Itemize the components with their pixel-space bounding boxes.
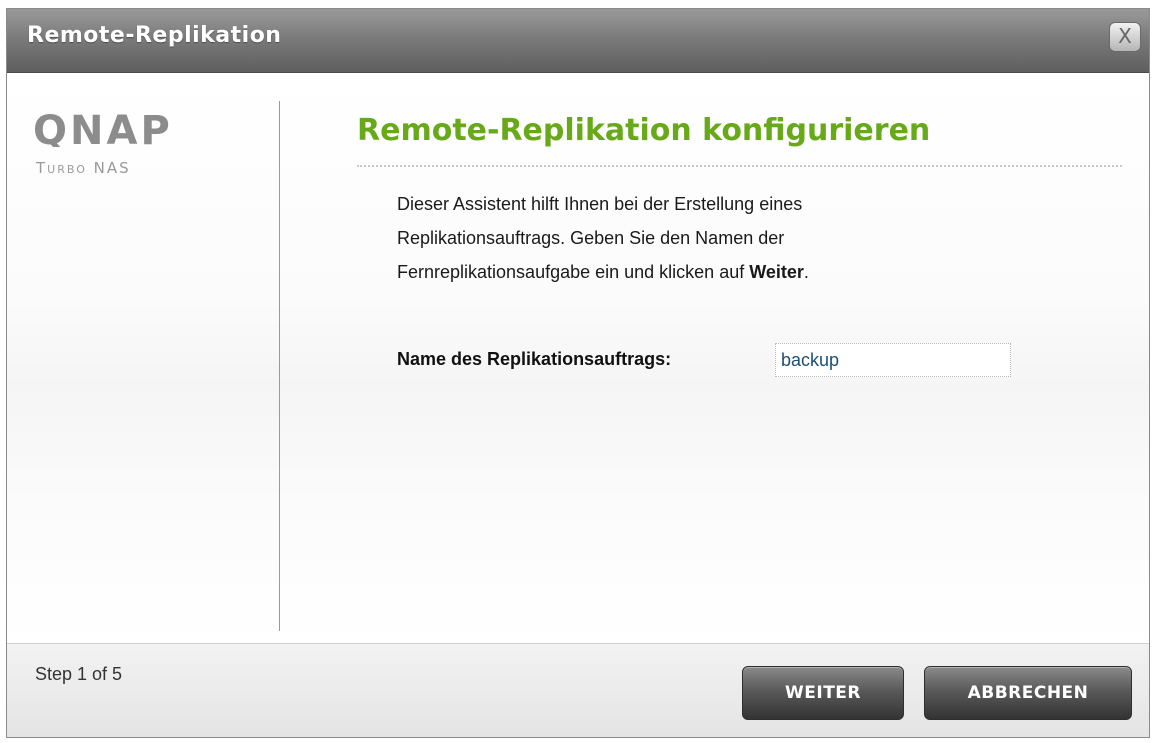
dialog-footer: Step 1 of 5 WEITER ABBRECHEN [7,643,1149,737]
description-line-1: Dieser Assistent hilft Ihnen bei der Ers… [397,194,803,214]
next-button[interactable]: WEITER [742,666,904,720]
wizard-description: Dieser Assistent hilft Ihnen bei der Ers… [397,187,1017,289]
dialog-titlebar[interactable]: Remote-Replikation X [7,9,1149,73]
description-line-3: Fernreplikationsaufgabe ein und klicken … [397,255,1017,289]
logo-subtitle: Turbo NAS [36,159,131,177]
close-icon: X [1118,24,1132,48]
vertical-divider [279,101,280,631]
description-line-3-end: . [803,262,809,282]
step-indicator: Step 1 of 5 [35,664,123,684]
heading-divider [357,165,1122,167]
dialog-body: QNAP Turbo NAS Remote-Replikation konfig… [7,73,1149,643]
description-line-2: Replikationsauftrags. Geben Sie den Name… [397,228,785,248]
description-line-3-text: Fernreplikationsaufgabe ein und klicken … [397,262,750,282]
dialog-title: Remote-Replikation [27,23,282,48]
job-name-input[interactable] [775,343,1011,377]
description-next-keyword: Weiter [749,262,804,282]
cancel-button[interactable]: ABBRECHEN [924,666,1132,720]
brand-pane: QNAP Turbo NAS [7,73,279,643]
logo-text: QNAP [33,111,173,147]
page-title: Remote-Replikation konfigurieren [357,113,931,148]
remote-replication-dialog: Remote-Replikation X QNAP Turbo NAS Remo… [6,8,1150,738]
close-button[interactable]: X [1109,22,1141,52]
job-name-label: Name des Replikationsauftrags: [397,349,672,369]
qnap-logo: QNAP [33,111,173,147]
